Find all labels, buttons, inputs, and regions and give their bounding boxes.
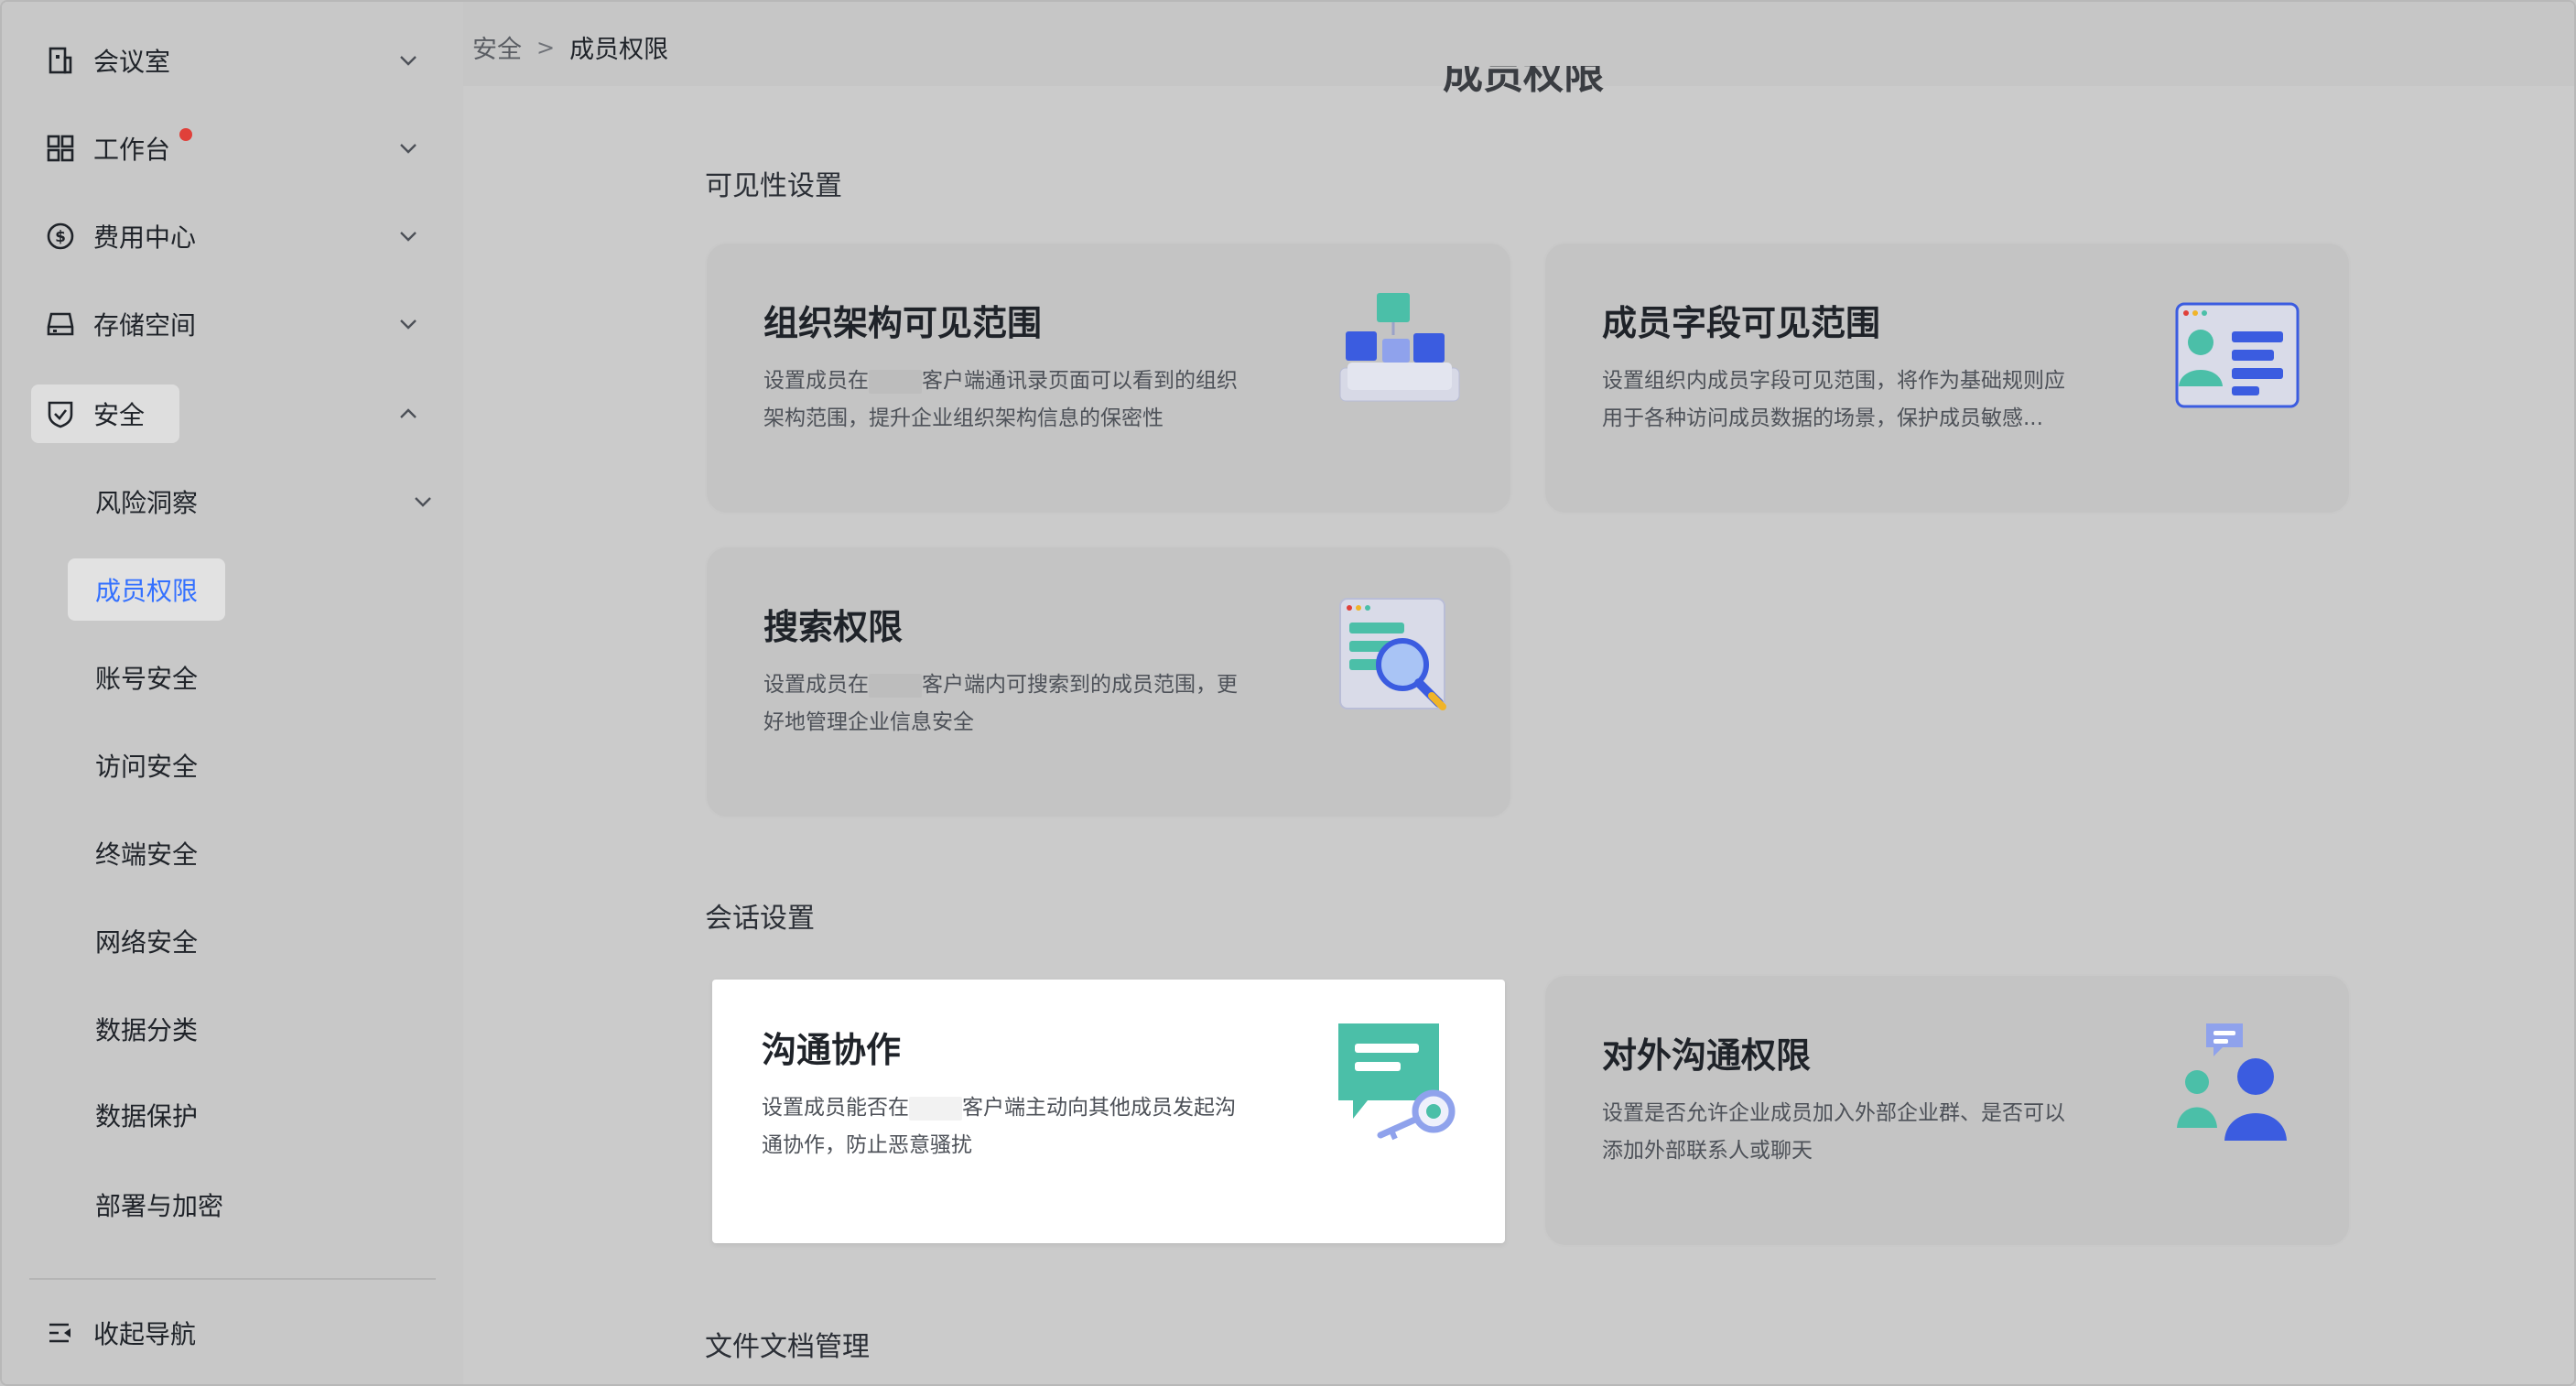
breadcrumb: 安全 > 成员权限: [472, 29, 668, 65]
card-collaboration[interactable]: 沟通协作 设置成员能否在 客户端主动向其他成员发起沟通协作，防止恶意骚扰: [712, 980, 1505, 1243]
card-description: 设置成员能否在 客户端主动向其他成员发起沟通协作，防止恶意骚扰: [762, 1096, 1236, 1157]
redacted-box: [869, 369, 922, 394]
collapse-nav-button[interactable]: 收起导航: [31, 1304, 434, 1362]
sidebar-subitem-member-permissions[interactable]: 成员权限: [68, 558, 225, 621]
sidebar-item-label: 安全: [93, 400, 146, 430]
sidebar-item-label: 工作台: [93, 135, 171, 165]
breadcrumb-current: 成员权限: [569, 36, 669, 64]
sidebar-item-security[interactable]: 安全: [31, 384, 434, 443]
sidebar-subitem-label: 网络安全: [95, 927, 199, 958]
card-member-field-visibility[interactable]: 成员字段可见范围 设置组织内成员字段可见范围，将作为基础规则应用于各种访问成员数…: [1543, 242, 2351, 514]
grid-icon: [44, 132, 77, 165]
sidebar-subitem-account-security[interactable]: 账号安全: [68, 648, 198, 707]
notification-badge: [179, 128, 192, 141]
sidebar-subitem-deploy-encryption[interactable]: 部署与加密: [68, 1175, 223, 1234]
section-title-chat: 会话设置: [705, 903, 815, 935]
card-title: 组织架构可见范围: [763, 303, 1043, 343]
sidebar-item-label: 费用中心: [93, 222, 197, 253]
card-description: 设置组织内成员字段可见范围，将作为基础规则应用于各种访问成员数据的场景，保护成员…: [1602, 369, 2065, 430]
card-title: 对外沟通权限: [1602, 1035, 1812, 1076]
card-search-permission[interactable]: 搜索权限 设置成员在 客户端内可搜索到的成员范围，更好地管理企业信息安全: [705, 546, 1512, 818]
profile-card-illustration: [2175, 302, 2300, 408]
chevron-down-icon: [415, 497, 431, 507]
chevron-down-icon: [400, 232, 417, 242]
redacted-box: [869, 673, 922, 698]
card-description: 设置是否允许企业成员加入外部企业群、是否可以添加外部联系人或聊天: [1602, 1101, 2065, 1163]
sidebar: 会议室 工作台 $ 费用中心 存储空间 安全 风险洞察 成员权限 账号安全 访问…: [2, 2, 463, 1384]
sidebar-subitem-data-classification[interactable]: 数据分类: [68, 1000, 198, 1058]
sidebar-subitem-risk-insight[interactable]: 风险洞察: [68, 472, 434, 531]
sidebar-item-storage[interactable]: 存储空间: [31, 295, 434, 353]
sidebar-subitem-label: 账号安全: [95, 664, 199, 694]
section-title-files: 文件文档管理: [705, 1331, 870, 1363]
collapse-nav-label: 收起导航: [93, 1319, 197, 1349]
sidebar-item-label: 会议室: [93, 47, 171, 77]
main-content: 安全 > 成员权限 成员权限 可见性设置 组织架构可见范围 设置成员在 客户端通讯…: [463, 2, 2574, 1384]
card-description: 设置成员在 客户端内可搜索到的成员范围，更好地管理企业信息安全: [763, 673, 1238, 734]
sidebar-subitem-access-security[interactable]: 访问安全: [68, 736, 198, 795]
sidebar-item-workbench[interactable]: 工作台: [31, 119, 434, 178]
breadcrumb-parent[interactable]: 安全: [472, 29, 522, 65]
drive-icon: [44, 308, 77, 341]
shield-icon: [44, 397, 77, 430]
card-org-visibility[interactable]: 组织架构可见范围 设置成员在 客户端通讯录页面可以看到的组织架构范围，提升企业组织…: [705, 242, 1512, 514]
chevron-up-icon: [400, 408, 417, 418]
card-title: 搜索权限: [763, 607, 904, 647]
sidebar-subitem-label: 成员权限: [95, 576, 199, 606]
sidebar-subitem-label: 终端安全: [95, 839, 199, 870]
building-icon: [44, 44, 77, 77]
section-title-visibility: 可见性设置: [705, 170, 842, 202]
app-window: 会议室 工作台 $ 费用中心 存储空间 安全 风险洞察 成员权限 账号安全 访问…: [0, 0, 2576, 1386]
card-description: 设置成员在 客户端通讯录页面可以看到的组织架构范围，提升企业组织架构信息的保密性: [763, 369, 1238, 430]
card-title: 沟通协作: [762, 1030, 902, 1070]
sidebar-item-label: 存储空间: [93, 310, 197, 341]
redacted-box: [909, 1096, 962, 1121]
svg-text:$: $: [55, 228, 66, 246]
sidebar-divider: [29, 1278, 436, 1280]
sidebar-subitem-label: 访问安全: [95, 752, 199, 782]
magnifier-illustration: [1339, 598, 1446, 710]
sidebar-subitem-network-security[interactable]: 网络安全: [68, 912, 198, 970]
dollar-icon: $: [44, 220, 77, 253]
sidebar-subitem-label: 数据保护: [95, 1101, 199, 1132]
sidebar-subitem-endpoint-security[interactable]: 终端安全: [68, 824, 198, 882]
sidebar-subitem-data-protection[interactable]: 数据保护: [68, 1086, 198, 1144]
sidebar-subitem-label: 数据分类: [95, 1015, 199, 1045]
chevron-down-icon: [400, 144, 417, 154]
people-chat-illustration: [2177, 1023, 2287, 1141]
org-structure-illustration: [1339, 293, 1460, 402]
sidebar-subitem-label: 风险洞察: [95, 488, 199, 518]
chevron-down-icon: [400, 56, 417, 66]
card-title: 成员字段可见范围: [1602, 303, 1881, 343]
chat-key-illustration: [1338, 1023, 1456, 1141]
chevron-down-icon: [400, 319, 417, 330]
sidebar-subitem-label: 部署与加密: [95, 1191, 224, 1221]
breadcrumb-separator: >: [536, 34, 556, 60]
sidebar-item-meeting-room[interactable]: 会议室: [31, 31, 434, 90]
page-title: 成员权限: [1443, 66, 1604, 93]
collapse-nav-icon: [44, 1316, 77, 1349]
card-external-communication[interactable]: 对外沟通权限 设置是否允许企业成员加入外部企业群、是否可以添加外部联系人或聊天: [1543, 974, 2351, 1247]
sidebar-item-billing[interactable]: $ 费用中心: [31, 207, 434, 265]
